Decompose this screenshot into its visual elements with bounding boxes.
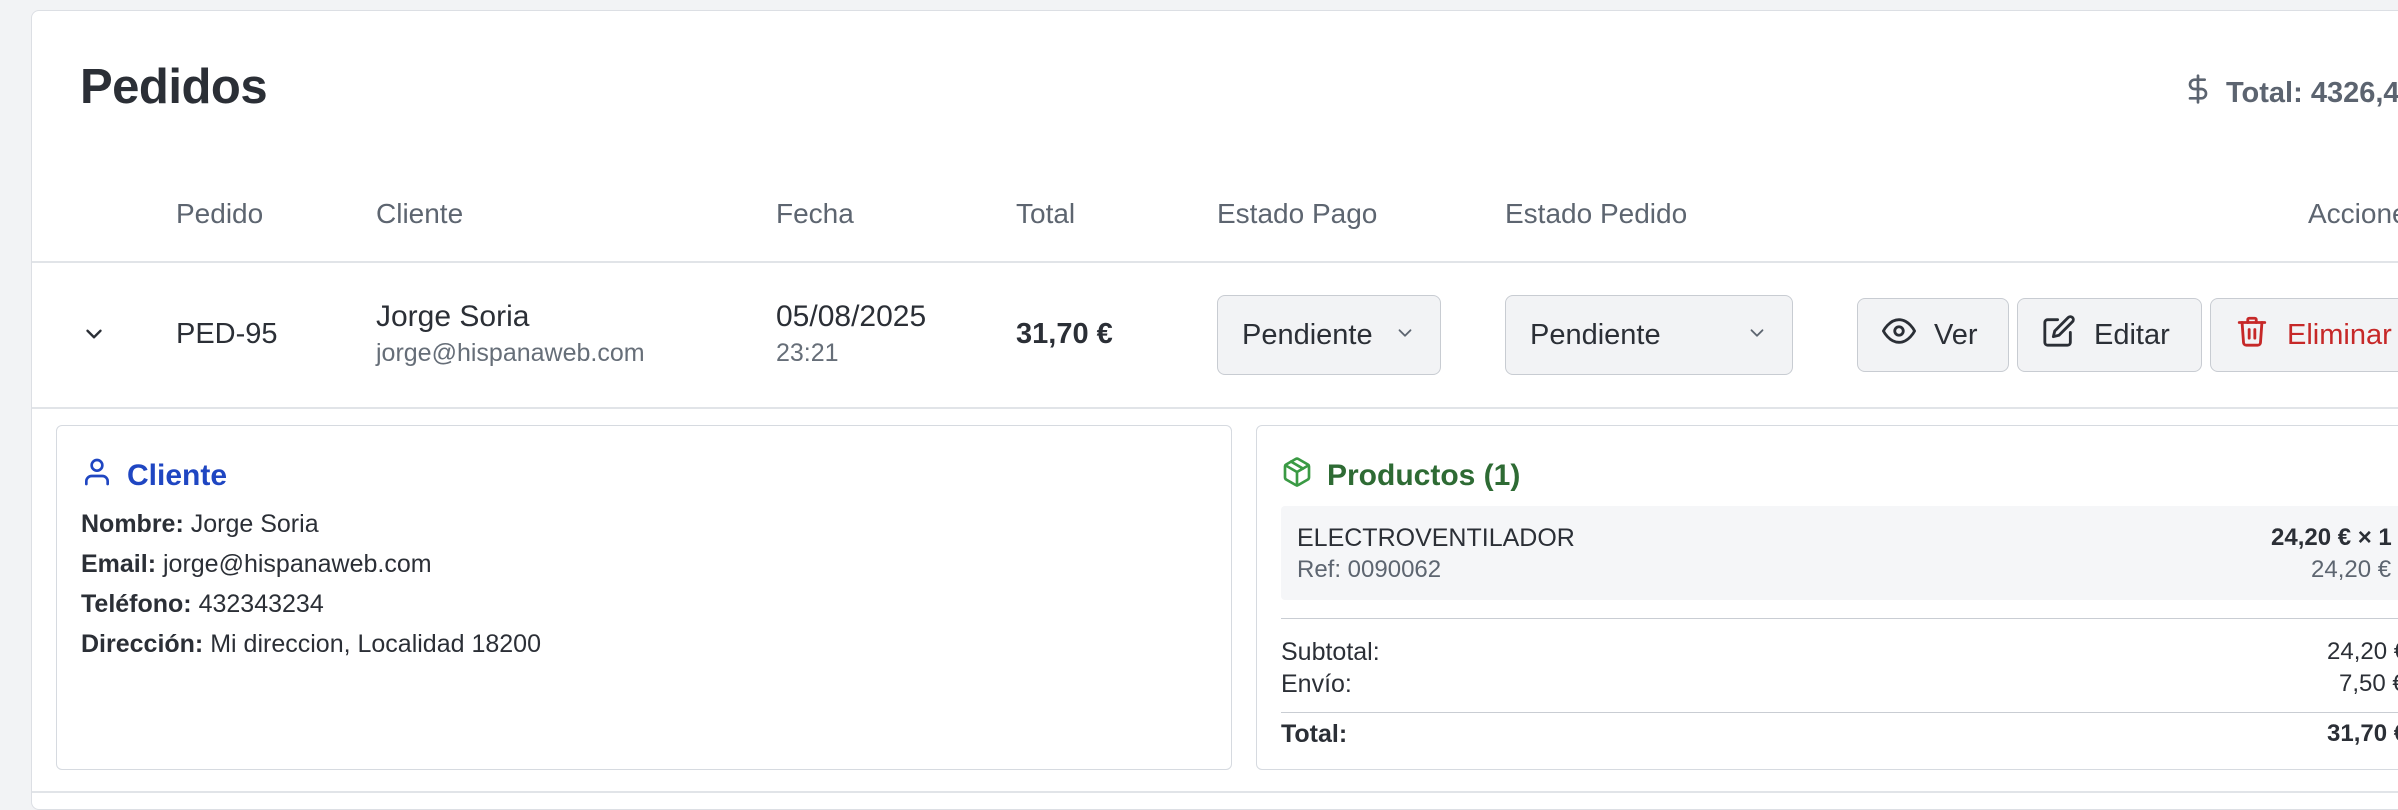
- column-header-cliente[interactable]: Cliente: [376, 198, 463, 230]
- product-item: ELECTROVENTILADOR Ref: 0090062 24,20 € ×…: [1281, 506, 2398, 600]
- edit-icon: [2042, 314, 2076, 356]
- divider: [32, 791, 2398, 793]
- column-header-estado-pago[interactable]: Estado Pago: [1217, 198, 1377, 230]
- subtotal-label: Subtotal:: [1281, 638, 1380, 666]
- order-total: 31,70 €: [1016, 318, 1113, 350]
- product-qty-price: 24,20 € × 1: [2271, 524, 2392, 551]
- table-header: Pedido Cliente Fecha Total Estado Pago E…: [32, 171, 2398, 263]
- user-icon: [81, 456, 113, 496]
- product-ref: Ref: 0090062: [1297, 556, 1442, 583]
- order-status-value: Pendiente: [1530, 318, 1661, 351]
- order-status-select[interactable]: Pendiente: [1505, 295, 1793, 375]
- client-name-label: Nombre:: [81, 510, 184, 538]
- products-panel-title-text: Productos (1): [1327, 459, 1521, 492]
- edit-button[interactable]: Editar: [2017, 298, 2202, 372]
- view-button-label: Ver: [1934, 318, 1978, 351]
- client-panel-title: Cliente: [81, 456, 227, 496]
- order-time: 23:21: [776, 339, 839, 367]
- client-panel: Cliente Nombre: Jorge Soria Email: jorge…: [56, 425, 1232, 770]
- client-address-label: Dirección:: [81, 630, 204, 658]
- eye-icon: [1882, 314, 1916, 356]
- view-button[interactable]: Ver: [1857, 298, 2009, 372]
- column-header-acciones: Acciones: [2308, 198, 2398, 229]
- orders-total: Total: 4326,40 €: [2182, 73, 2398, 113]
- table-row: PED-95 Jorge Soria jorge@hispanaweb.com …: [32, 263, 2398, 409]
- client-phone-label: Teléfono:: [81, 590, 192, 618]
- orders-total-text: Total: 4326,40 €: [2226, 76, 2398, 109]
- products-panel: Productos (1) ELECTROVENTILADOR Ref: 009…: [1256, 425, 2398, 770]
- product-name: ELECTROVENTILADOR: [1297, 524, 1575, 552]
- divider: [1281, 712, 2398, 713]
- total-value: 31,70 €: [2327, 720, 2398, 747]
- order-date: 05/08/2025: [776, 300, 927, 333]
- client-email: jorge@hispanaweb.com: [376, 339, 645, 367]
- expand-row-button[interactable]: [74, 316, 114, 356]
- order-id: PED-95: [176, 318, 278, 350]
- delete-button-label: Eliminar: [2287, 318, 2392, 351]
- chevron-down-icon: [1746, 319, 1768, 352]
- payment-status-select[interactable]: Pendiente: [1217, 295, 1441, 375]
- shipping-value: 7,50 €: [2339, 670, 2398, 697]
- shipping-label: Envío:: [1281, 670, 1352, 698]
- product-line-total: 24,20 €: [2311, 556, 2392, 583]
- payment-status-value: Pendiente: [1242, 318, 1373, 351]
- edit-button-label: Editar: [2094, 318, 2170, 351]
- orders-card: Pedidos Total: 4326,40 € Pedido Cliente …: [31, 10, 2398, 810]
- delete-button[interactable]: Eliminar: [2210, 298, 2398, 372]
- client-name: Jorge Soria: [376, 300, 530, 333]
- client-phone-line: Teléfono: 432343234: [81, 590, 324, 619]
- client-email-value: jorge@hispanaweb.com: [162, 550, 432, 578]
- divider: [1281, 618, 2398, 619]
- subtotal-value: 24,20 €: [2327, 638, 2398, 665]
- column-header-total[interactable]: Total: [1016, 198, 1075, 230]
- client-phone-value: 432343234: [198, 590, 324, 618]
- trash-icon: [2235, 314, 2269, 356]
- client-address-line: Dirección: Mi direccion, Localidad 18200: [81, 630, 541, 659]
- client-panel-title-text: Cliente: [127, 459, 228, 492]
- dollar-icon: [2182, 73, 2214, 113]
- client-email-label: Email:: [81, 550, 157, 578]
- total-label: Total:: [1281, 720, 1348, 748]
- client-address-value: Mi direccion, Localidad 18200: [210, 630, 541, 658]
- page-title: Pedidos: [80, 60, 268, 114]
- column-header-pedido[interactable]: Pedido: [176, 198, 263, 230]
- package-icon: [1281, 456, 1313, 496]
- chevron-down-icon: [81, 321, 107, 352]
- chevron-down-icon: [1394, 319, 1416, 352]
- column-header-estado-pedido[interactable]: Estado Pedido: [1505, 198, 1687, 230]
- client-name-line: Nombre: Jorge Soria: [81, 510, 319, 539]
- client-name-value: Jorge Soria: [190, 510, 319, 538]
- products-panel-title: Productos (1): [1281, 456, 1520, 496]
- column-header-fecha[interactable]: Fecha: [776, 198, 854, 230]
- client-email-line: Email: jorge@hispanaweb.com: [81, 550, 432, 579]
